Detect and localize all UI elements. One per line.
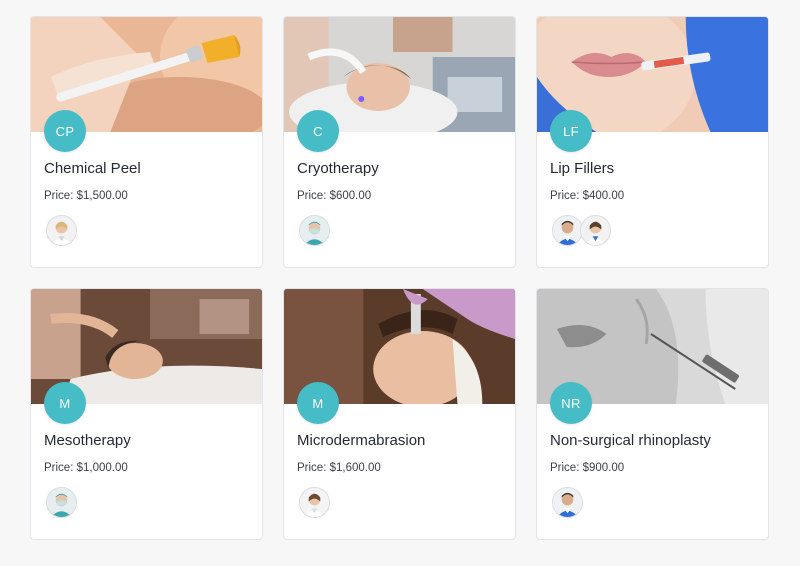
treatment-card-cryotherapy[interactable]: C Cryotherapy Price: $600.00 [283, 16, 516, 268]
treatment-name[interactable]: Cryotherapy [297, 160, 379, 177]
staff-avatars [299, 215, 330, 246]
female-doctor-avatar[interactable] [46, 215, 77, 246]
treatment-price: Price: $1,600.00 [297, 462, 381, 474]
treatment-name[interactable]: Non-surgical rhinoplasty [550, 432, 711, 449]
treatment-price: Price: $900.00 [550, 462, 625, 474]
staff-avatars [46, 487, 77, 518]
treatment-price: Price: $400.00 [550, 190, 625, 202]
masked-practitioner-avatar[interactable] [46, 487, 77, 518]
staff-avatars [46, 215, 77, 246]
treatment-initials-badge: C [297, 110, 339, 152]
treatment-name[interactable]: Lip Fillers [550, 160, 614, 177]
treatment-name[interactable]: Chemical Peel [44, 160, 141, 177]
treatment-card-chemical-peel[interactable]: CP Chemical Peel Price: $1,500.00 [30, 16, 263, 268]
treatment-price: Price: $1,000.00 [44, 462, 128, 474]
treatment-name[interactable]: Mesotherapy [44, 432, 131, 449]
male-doctor-avatar[interactable] [552, 487, 583, 518]
treatment-grid: CP Chemical Peel Price: $1,500.00 C Cryo… [0, 0, 800, 540]
staff-avatars [552, 215, 611, 246]
treatment-initials-badge: M [44, 382, 86, 424]
female-doctor-avatar[interactable] [580, 215, 611, 246]
treatment-initials-badge: LF [550, 110, 592, 152]
treatment-name[interactable]: Microdermabrasion [297, 432, 425, 449]
treatment-initials-badge: M [297, 382, 339, 424]
treatment-card-lip-fillers[interactable]: LF Lip Fillers Price: $400.00 [536, 16, 769, 268]
staff-avatars [552, 487, 583, 518]
treatment-card-mesotherapy[interactable]: M Mesotherapy Price: $1,000.00 [30, 288, 263, 540]
treatment-price: Price: $1,500.00 [44, 190, 128, 202]
treatment-initials-badge: NR [550, 382, 592, 424]
treatment-card-microdermabrasion[interactable]: M Microdermabrasion Price: $1,600.00 [283, 288, 516, 540]
treatment-card-non-surgical-rhinoplasty[interactable]: NR Non-surgical rhinoplasty Price: $900.… [536, 288, 769, 540]
staff-avatars [299, 487, 330, 518]
treatment-price: Price: $600.00 [297, 190, 372, 202]
treatment-initials-badge: CP [44, 110, 86, 152]
male-doctor-avatar[interactable] [552, 215, 583, 246]
female-doctor-avatar[interactable] [299, 487, 330, 518]
masked-practitioner-avatar[interactable] [299, 215, 330, 246]
